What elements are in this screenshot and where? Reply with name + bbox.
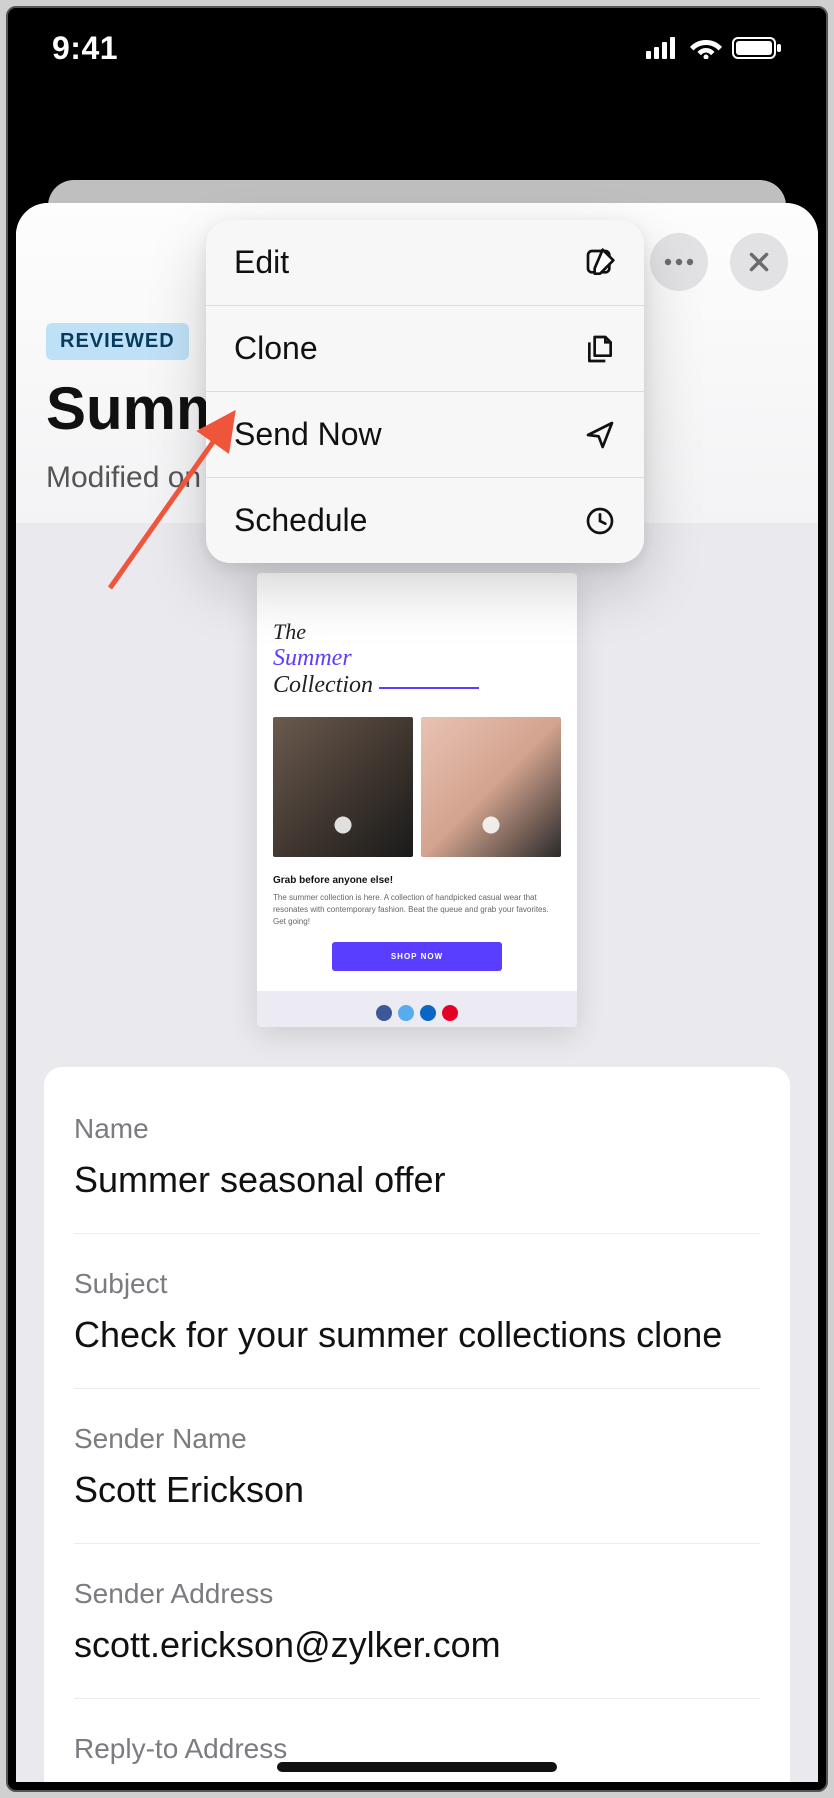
- field-name-value: Summer seasonal offer: [74, 1159, 760, 1201]
- field-sender-name[interactable]: Sender Name Scott Erickson: [74, 1407, 760, 1544]
- field-sender-address[interactable]: Sender Address scott.erickson@zylker.com: [74, 1562, 760, 1699]
- preview-body: Grab before anyone else! The summer coll…: [257, 867, 577, 991]
- menu-item-clone-label: Clone: [234, 330, 318, 367]
- field-reply-to[interactable]: Reply-to Address: [74, 1717, 760, 1782]
- menu-item-send-now-label: Send Now: [234, 416, 382, 453]
- status-time: 9:41: [52, 30, 118, 67]
- twitter-icon: [398, 1005, 414, 1021]
- clone-icon: [584, 333, 616, 365]
- preview-image-2: [421, 717, 561, 857]
- preview-image-1: [273, 717, 413, 857]
- device-frame: 9:41 REVIEWED Summe Modified on 24: [6, 6, 828, 1792]
- field-subject-label: Subject: [74, 1268, 760, 1300]
- field-sender-address-value: scott.erickson@zylker.com: [74, 1624, 760, 1666]
- wifi-icon: [690, 37, 722, 59]
- menu-item-schedule[interactable]: Schedule: [206, 478, 644, 563]
- menu-item-send-now[interactable]: Send Now: [206, 392, 644, 478]
- preview-heading: The Summer Collection: [257, 573, 577, 707]
- field-subject[interactable]: Subject Check for your summer collection…: [74, 1252, 760, 1389]
- field-subject-value: Check for your summer collections clone: [74, 1314, 760, 1356]
- email-preview[interactable]: The Summer Collection Grab before anyone…: [257, 573, 577, 1027]
- status-bar: 9:41: [8, 8, 826, 98]
- preview-line-collection: Collection: [273, 672, 373, 698]
- close-button[interactable]: [730, 233, 788, 291]
- facebook-icon: [376, 1005, 392, 1021]
- send-icon: [584, 419, 616, 451]
- status-badge: REVIEWED: [46, 323, 189, 360]
- cellular-icon: [646, 37, 680, 59]
- preview-social-row: [257, 991, 577, 1027]
- field-reply-to-label: Reply-to Address: [74, 1733, 760, 1765]
- ellipsis-icon: [664, 258, 694, 266]
- pinterest-icon: [442, 1005, 458, 1021]
- menu-item-edit-label: Edit: [234, 244, 289, 281]
- preview-cta-button: SHOP NOW: [332, 942, 502, 971]
- field-name-label: Name: [74, 1113, 760, 1145]
- more-button[interactable]: [650, 233, 708, 291]
- preview-line-summer: Summer: [273, 645, 352, 671]
- preview-subheading: Grab before anyone else!: [273, 875, 561, 886]
- field-sender-address-label: Sender Address: [74, 1578, 760, 1610]
- menu-item-schedule-label: Schedule: [234, 502, 367, 539]
- preview-line-the: The: [273, 619, 561, 645]
- preview-images: [257, 707, 577, 867]
- close-icon: [746, 249, 772, 275]
- actions-dropdown: Edit Clone Send Now Schedule: [206, 220, 644, 563]
- preview-paragraph: The summer collection is here. A collect…: [273, 892, 561, 928]
- email-preview-wrap: The Summer Collection Grab before anyone…: [16, 523, 818, 1067]
- info-card: Name Summer seasonal offer Subject Check…: [44, 1067, 790, 1782]
- field-sender-name-value: Scott Erickson: [74, 1469, 760, 1511]
- edit-icon: [584, 247, 616, 279]
- clock-icon: [584, 505, 616, 537]
- menu-item-edit[interactable]: Edit: [206, 220, 644, 306]
- home-indicator[interactable]: [277, 1762, 557, 1772]
- status-icons: [646, 37, 782, 59]
- battery-icon: [732, 37, 782, 59]
- menu-item-clone[interactable]: Clone: [206, 306, 644, 392]
- linkedin-icon: [420, 1005, 436, 1021]
- field-name[interactable]: Name Summer seasonal offer: [74, 1097, 760, 1234]
- field-sender-name-label: Sender Name: [74, 1423, 760, 1455]
